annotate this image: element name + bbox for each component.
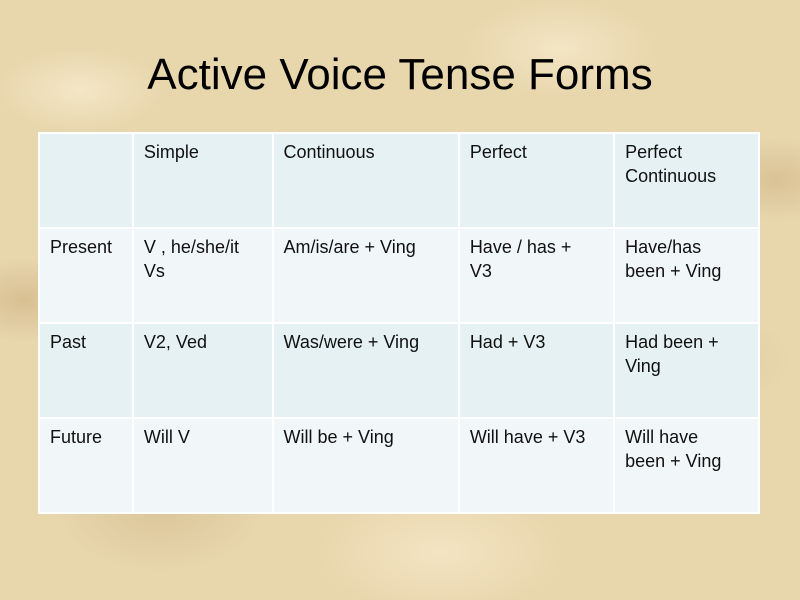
cell-present-simple: V , he/she/it Vs [131, 227, 274, 324]
cell-future-perfect-continuous: Will have been + Ving [613, 417, 760, 514]
cell-future-perfect: Will have + V3 [457, 417, 616, 514]
table-row-past: Past V2, Ved Was/were + Ving Had + V3 Ha… [38, 322, 760, 419]
header-cell-perfect: Perfect [457, 132, 616, 229]
cell-present-perfect-continuous: Have/has been + Ving [613, 227, 760, 324]
cell-present-perfect: Have / has + V3 [457, 227, 616, 324]
header-cell-simple: Simple [131, 132, 274, 229]
header-row: Simple Continuous Perfect Perfect Contin… [38, 132, 760, 229]
row-label-present: Present [38, 227, 134, 324]
cell-past-simple: V2, Ved [131, 322, 274, 419]
cell-future-simple: Will V [131, 417, 274, 514]
cell-past-continuous: Was/were + Ving [271, 322, 460, 419]
table-row-future: Future Will V Will be + Ving Will have +… [38, 417, 760, 514]
slide-title: Active Voice Tense Forms [147, 50, 653, 99]
cell-present-continuous: Am/is/are + Ving [271, 227, 460, 324]
tense-table: Simple Continuous Perfect Perfect Contin… [38, 132, 760, 514]
table-row-present: Present V , he/she/it Vs Am/is/are + Vin… [38, 227, 760, 324]
row-label-past: Past [38, 322, 134, 419]
cell-past-perfect: Had + V3 [457, 322, 616, 419]
cell-past-perfect-continuous: Had been + Ving [613, 322, 760, 419]
cell-future-continuous: Will be + Ving [271, 417, 460, 514]
header-cell-continuous: Continuous [271, 132, 460, 229]
row-label-future: Future [38, 417, 134, 514]
header-cell-perfect-continuous: Perfect Continuous [613, 132, 760, 229]
header-cell-empty [38, 132, 134, 229]
